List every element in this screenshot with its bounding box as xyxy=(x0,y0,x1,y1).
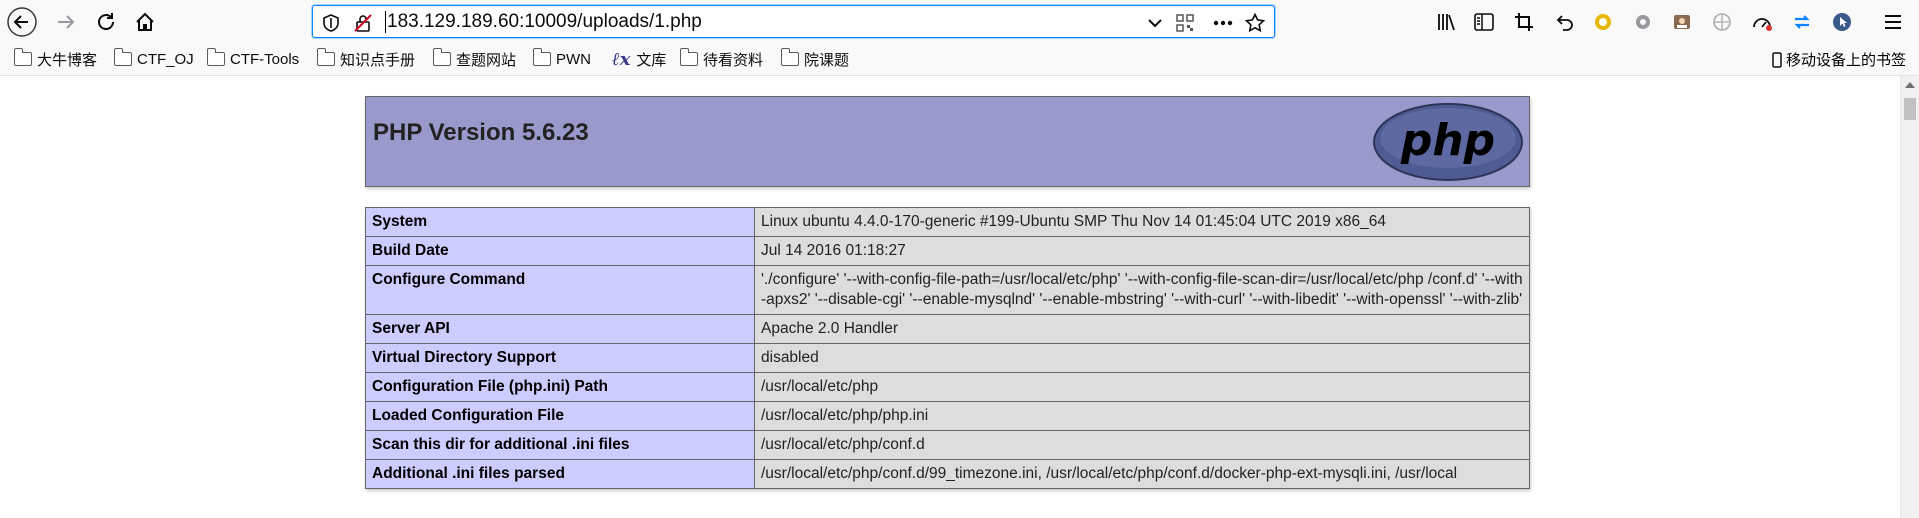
bookmark-label: CTF_OJ xyxy=(137,50,194,68)
bookmark-folder[interactable]: 大牛博客 xyxy=(13,48,98,69)
folder-icon xyxy=(113,48,132,66)
table-key: Configure Command xyxy=(365,265,755,315)
table-row: System Linux ubuntu 4.4.0-170-generic #1… xyxy=(365,207,1530,237)
url-bar[interactable]: 183.129.189.60:10009/uploads/1.php xyxy=(312,5,1275,38)
bookmark-label: 查题网站 xyxy=(456,51,517,69)
cursor-extension-icon[interactable] xyxy=(1830,10,1854,34)
bookmark-star-icon[interactable] xyxy=(1243,11,1267,35)
gear-extension-icon[interactable] xyxy=(1631,10,1655,34)
bookmark-label: 待看资料 xyxy=(703,51,764,69)
table-key: Virtual Directory Support xyxy=(365,343,755,373)
table-row: Virtual Directory Support disabled xyxy=(365,343,1530,373)
forward-arrow-icon xyxy=(58,15,75,29)
table-row: Server API Apache 2.0 Handler xyxy=(365,314,1530,344)
sync-extension-icon[interactable] xyxy=(1790,10,1814,34)
bookmark-label: PWN xyxy=(556,50,591,68)
chevron-down-icon[interactable] xyxy=(1143,11,1167,35)
phpinfo-header: PHP Version 5.6.23 php xyxy=(365,96,1530,187)
table-key: System xyxy=(365,207,755,237)
php-logo[interactable]: php xyxy=(1372,102,1524,187)
url-text[interactable]: 183.129.189.60:10009/uploads/1.php xyxy=(387,11,702,33)
table-value: /usr/local/etc/php/conf.d/99_timezone.in… xyxy=(754,459,1530,489)
table-value: /usr/local/etc/php/php.ini xyxy=(754,401,1530,431)
vertical-scrollbar[interactable] xyxy=(1900,76,1919,518)
table-value: disabled xyxy=(754,343,1530,373)
table-value: './configure' '--with-config-file-path=/… xyxy=(754,265,1530,315)
image-extension-icon[interactable] xyxy=(1670,10,1694,34)
library-icon[interactable] xyxy=(1434,10,1458,34)
table-value: Jul 14 2016 01:18:27 xyxy=(754,236,1530,266)
folder-icon xyxy=(532,48,551,66)
bookmark-folder[interactable]: CTF-Tools xyxy=(206,48,300,69)
table-value: Linux ubuntu 4.4.0-170-generic #199-Ubun… xyxy=(754,207,1530,237)
phpinfo-table: System Linux ubuntu 4.4.0-170-generic #1… xyxy=(365,207,1530,489)
navigation-toolbar: 183.129.189.60:10009/uploads/1.php xyxy=(0,0,1919,44)
table-key: Additional .ini files parsed xyxy=(365,459,755,489)
qr-code-icon[interactable] xyxy=(1173,11,1197,35)
reload-icon xyxy=(98,13,114,30)
scroll-up-arrow-icon[interactable] xyxy=(1905,82,1915,88)
php-logo-text: php xyxy=(1400,115,1495,166)
scrollbar-thumb[interactable] xyxy=(1904,98,1916,120)
text-cursor xyxy=(385,11,386,33)
home-button[interactable] xyxy=(129,6,161,38)
table-value: /usr/local/etc/php/conf.d xyxy=(754,430,1530,460)
bookmark-folder[interactable]: 查题网站 xyxy=(432,48,517,69)
table-row: Configure Command './configure' '--with-… xyxy=(365,265,1530,315)
table-row: Additional .ini files parsed /usr/local/… xyxy=(365,459,1530,489)
insecure-connection-icon[interactable] xyxy=(351,11,375,35)
tracking-protection-shield-icon[interactable] xyxy=(319,11,343,35)
bookmark-folder[interactable]: CTF_OJ xyxy=(113,48,194,69)
mobile-bookmarks-label: 移动设备上的书签 xyxy=(1785,52,1906,69)
undo-arrow-icon[interactable] xyxy=(1552,10,1576,34)
more-horizontal-icon[interactable] xyxy=(1211,11,1235,35)
bookmark-label: 大牛博客 xyxy=(37,51,98,69)
table-value: /usr/local/etc/php xyxy=(754,372,1530,402)
table-row: Configuration File (php.ini) Path /usr/l… xyxy=(365,372,1530,402)
table-key: Scan this dir for additional .ini files xyxy=(365,430,755,460)
sidebar-icon[interactable] xyxy=(1472,10,1496,34)
table-key: Loaded Configuration File xyxy=(365,401,755,431)
bookmark-folder[interactable]: 待看资料 xyxy=(679,48,764,69)
folder-icon xyxy=(432,48,451,66)
table-key: Configuration File (php.ini) Path xyxy=(365,372,755,402)
back-arrow-icon xyxy=(7,7,37,37)
table-key: Server API xyxy=(365,314,755,344)
bookmark-label: 院课题 xyxy=(804,51,850,69)
hamburger-menu-icon[interactable] xyxy=(1881,10,1905,34)
page-title: PHP Version 5.6.23 xyxy=(373,119,589,146)
table-row: Scan this dir for additional .ini files … xyxy=(365,430,1530,460)
speedometer-extension-icon[interactable] xyxy=(1750,10,1774,34)
folder-icon xyxy=(679,48,698,66)
folder-icon xyxy=(206,48,225,66)
bookmark-label: 知识点手册 xyxy=(340,51,416,69)
wenku-logo-icon: ℓx xyxy=(612,48,631,70)
bookmark-link[interactable]: ℓx 文库 xyxy=(612,48,667,70)
mobile-bookmarks[interactable]: 移动设备上的书签 xyxy=(1772,49,1906,70)
folder-icon xyxy=(13,48,32,66)
home-icon xyxy=(136,12,154,31)
bookmarks-toolbar: 大牛博客 CTF_OJ CTF-Tools 知识点手册 查题网站 PWN ℓx … xyxy=(0,44,1919,76)
forward-button[interactable] xyxy=(50,6,82,38)
bookmark-folder[interactable]: 知识点手册 xyxy=(316,48,416,69)
folder-icon xyxy=(780,48,799,66)
table-value: Apache 2.0 Handler xyxy=(754,314,1530,344)
yellow-ring-extension-icon[interactable] xyxy=(1591,10,1615,34)
bookmark-folder[interactable]: PWN xyxy=(532,48,591,69)
table-row: Loaded Configuration File /usr/local/etc… xyxy=(365,401,1530,431)
screenshot-crop-icon[interactable] xyxy=(1512,10,1536,34)
reload-button[interactable] xyxy=(90,6,122,38)
bookmark-label: CTF-Tools xyxy=(230,50,300,68)
table-key: Build Date xyxy=(365,236,755,266)
table-row: Build Date Jul 14 2016 01:18:27 xyxy=(365,236,1530,266)
page-content: PHP Version 5.6.23 php System Linux ubun… xyxy=(0,76,1900,518)
bookmark-folder[interactable]: 院课题 xyxy=(780,48,850,69)
mobile-device-icon xyxy=(1772,51,1782,68)
bookmark-label: 文库 xyxy=(636,51,667,69)
compass-extension-icon[interactable] xyxy=(1710,10,1734,34)
folder-icon xyxy=(316,48,335,66)
back-button[interactable] xyxy=(6,6,38,38)
